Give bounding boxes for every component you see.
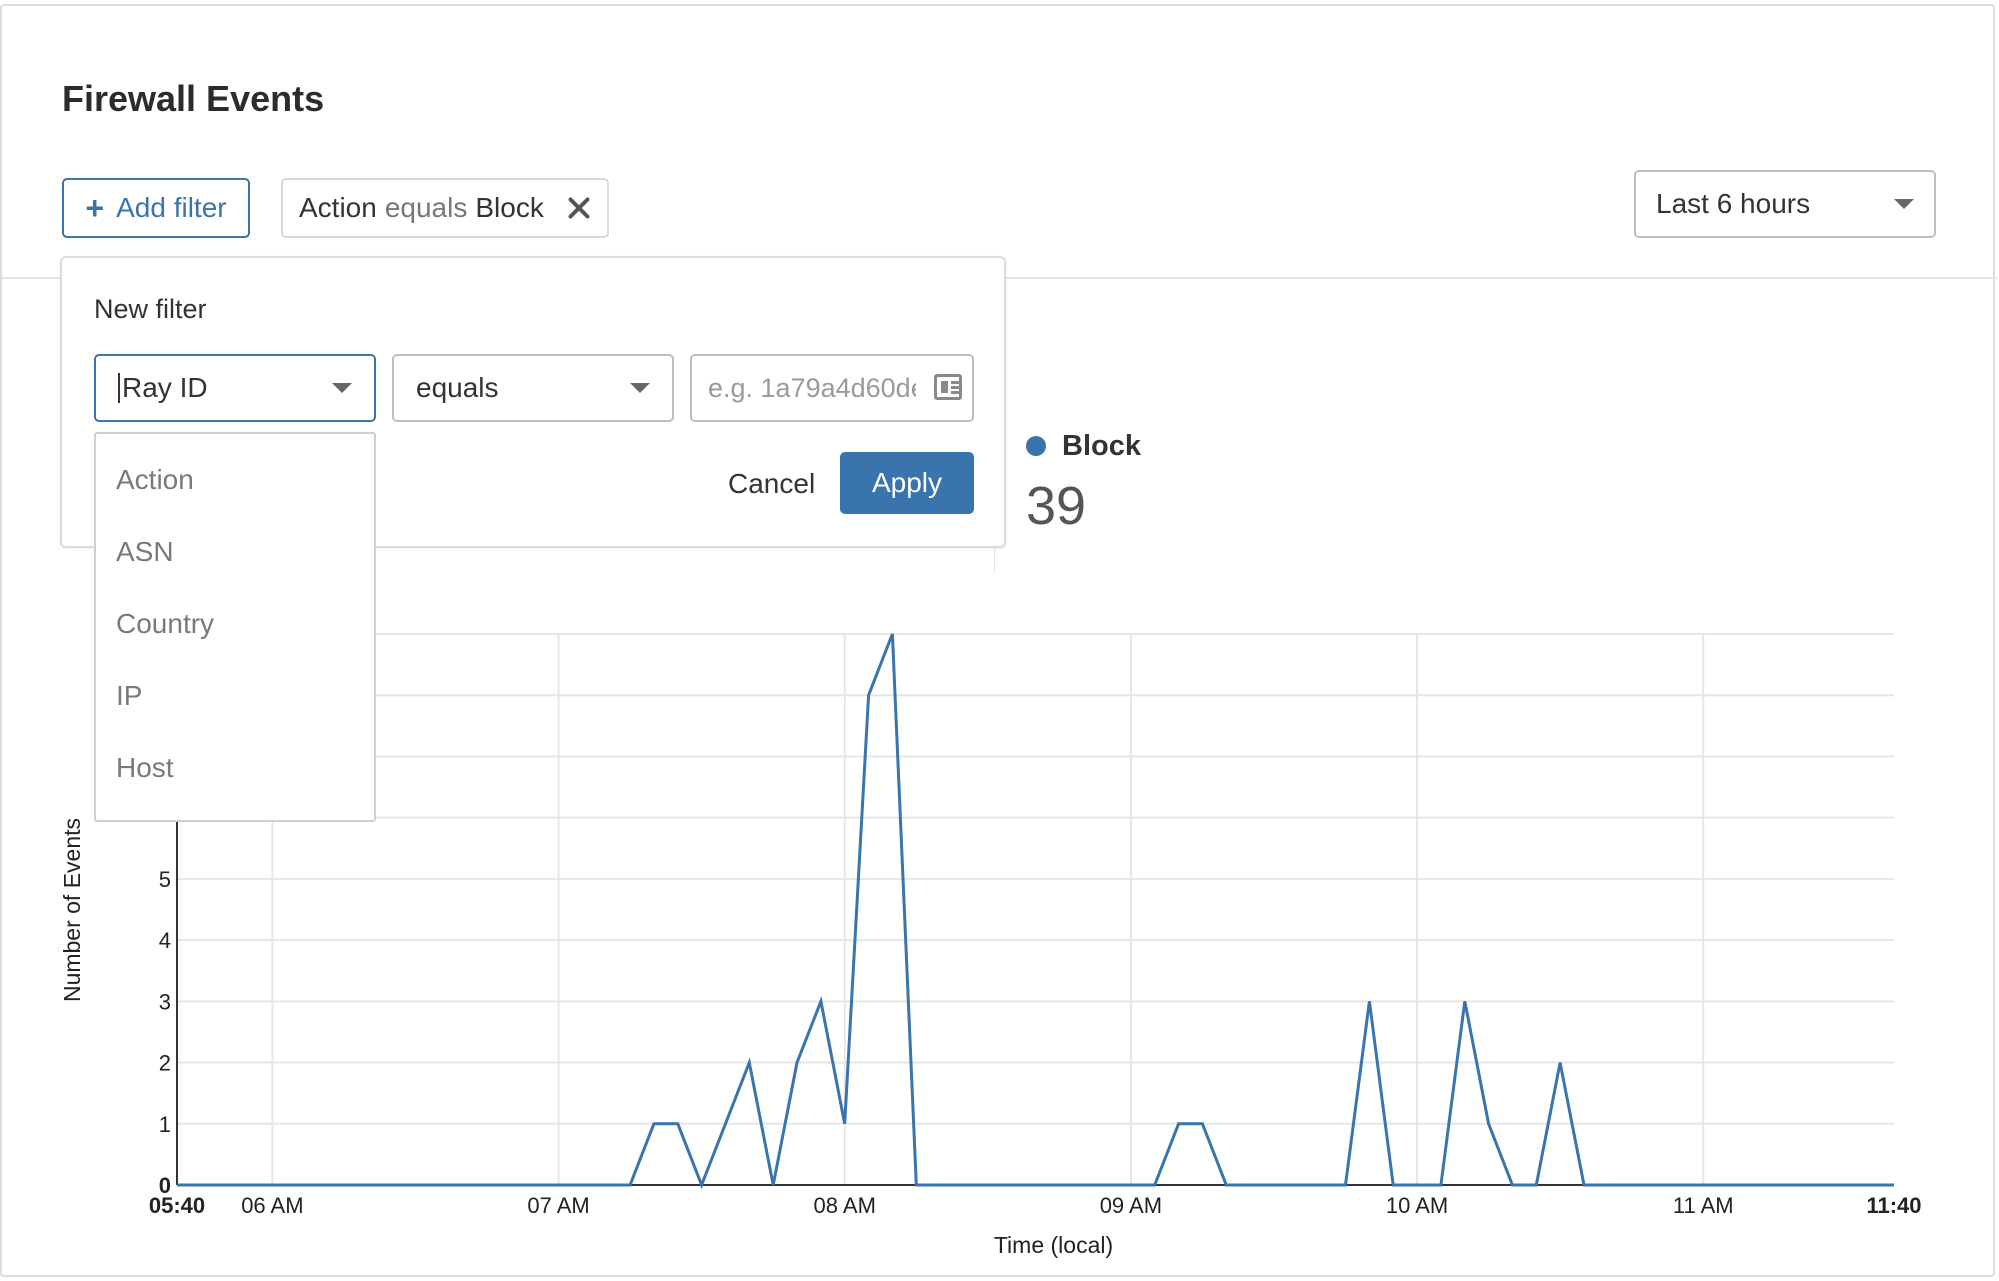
x-tick-label: 07 AM <box>527 1193 589 1218</box>
dropdown-option-host[interactable]: Host <box>96 732 374 804</box>
filter-value-input[interactable] <box>690 354 974 422</box>
x-tick-label: 10 AM <box>1386 1193 1448 1218</box>
x-tick-label: 08 AM <box>814 1193 876 1218</box>
x-tick-label: 06 AM <box>241 1193 303 1218</box>
x-axis-title: Time (local) <box>994 1232 1113 1258</box>
x-tick-label: 11 AM <box>1673 1193 1734 1218</box>
x-tick-label: 05:40 <box>149 1193 205 1218</box>
filter-operator-value: equals <box>416 372 499 403</box>
new-filter-title: New filter <box>94 294 207 324</box>
dropdown-option-ip[interactable]: IP <box>96 660 374 732</box>
chevron-down-icon <box>630 383 650 393</box>
cancel-button[interactable]: Cancel <box>716 454 827 514</box>
legend-total-count: 39 <box>1026 476 1087 536</box>
legend-dot <box>1026 436 1046 456</box>
series-line-block <box>177 633 1894 1190</box>
dropdown-option-country[interactable]: Country <box>96 588 374 660</box>
dropdown-option-action[interactable]: Action <box>96 444 374 516</box>
dropdown-option-asn[interactable]: ASN <box>96 516 374 588</box>
y-tick-label: 1 <box>159 1112 171 1137</box>
y-tick-label: 2 <box>159 1051 171 1076</box>
text-cursor <box>118 373 120 403</box>
filter-field-value: Ray ID <box>122 372 208 403</box>
filter-field-select[interactable]: Ray ID <box>94 354 376 422</box>
filter-operator-select[interactable]: equals <box>392 354 674 422</box>
x-tick-label: 09 AM <box>1100 1193 1162 1218</box>
y-tick-label: 3 <box>159 989 171 1014</box>
x-tick-label: 11:40 <box>1866 1193 1921 1218</box>
list-icon[interactable] <box>934 374 962 400</box>
chevron-down-icon <box>332 383 352 393</box>
filter-field-dropdown: Action ASN Country IP Host <box>94 432 376 822</box>
legend-series-name: Block <box>1062 430 1141 462</box>
y-tick-label: 4 <box>159 928 171 953</box>
y-tick-label: 5 <box>159 867 171 892</box>
y-axis-title: Number of Events <box>59 818 85 1002</box>
apply-button[interactable]: Apply <box>840 452 974 514</box>
